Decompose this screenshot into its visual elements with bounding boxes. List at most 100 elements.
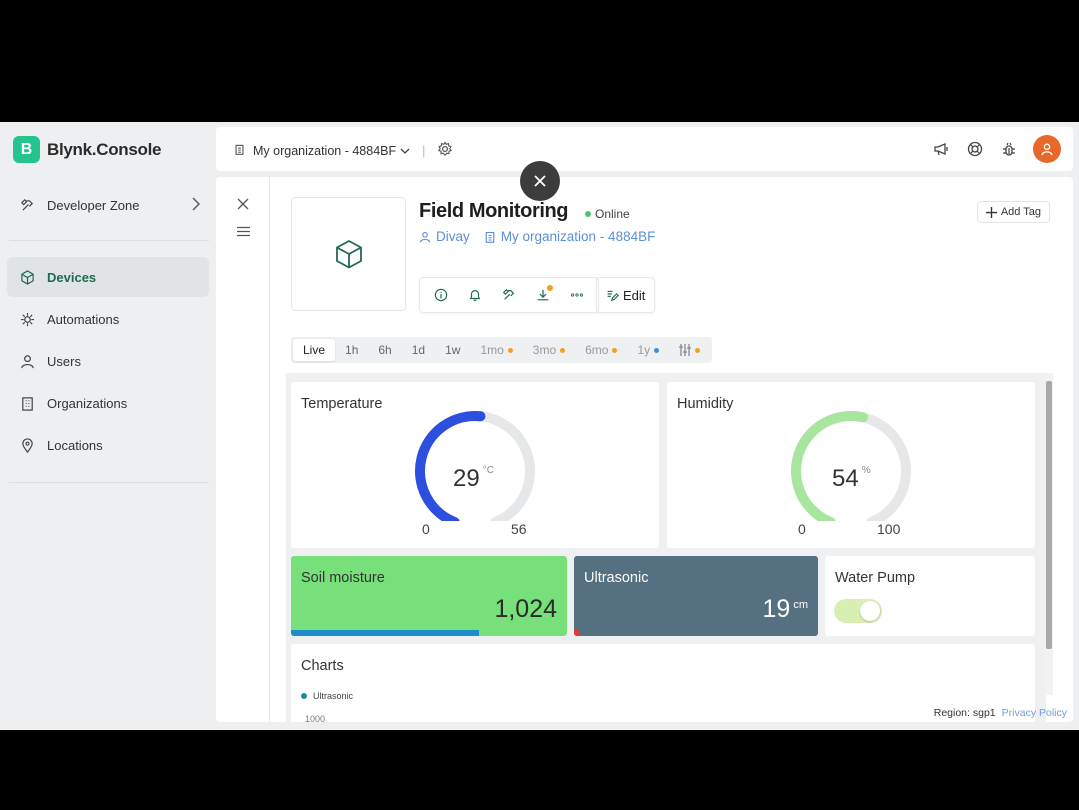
sliders-icon <box>679 344 692 356</box>
download-button[interactable] <box>528 280 558 310</box>
time-range-1y[interactable]: 1y <box>627 339 669 361</box>
user-avatar[interactable] <box>1033 135 1061 163</box>
cube-icon <box>335 240 362 269</box>
sidebar-item-developer-zone[interactable]: Developer Zone <box>7 185 209 225</box>
widget-title: Water Pump <box>835 570 916 586</box>
info-button[interactable] <box>426 280 456 310</box>
bug-icon[interactable] <box>999 139 1019 159</box>
tools-button[interactable] <box>494 280 524 310</box>
panel-left-strip <box>216 177 270 722</box>
online-dot <box>585 211 591 217</box>
gauge-min: 0 <box>798 521 806 537</box>
sidebar-item-devices[interactable]: Devices <box>7 257 209 297</box>
sidebar-divider <box>9 482 209 483</box>
sidebar-item-locations[interactable]: Locations <box>7 425 209 465</box>
tools-icon <box>502 288 515 300</box>
close-button[interactable] <box>520 161 560 201</box>
widget-value: 1,024 <box>494 595 557 623</box>
time-range-1w[interactable]: 1w <box>435 339 470 361</box>
humidity-gauge-widget[interactable]: Humidity 54% 0 100 <box>667 382 1035 548</box>
time-range-1h[interactable]: 1h <box>335 339 368 361</box>
premium-dot <box>560 347 566 353</box>
ultrasonic-widget[interactable]: Ultrasonic 19 cm <box>574 556 818 636</box>
sidebar-divider <box>9 240 209 241</box>
brand[interactable]: B Blynk.Console <box>13 136 161 163</box>
plus-icon <box>985 206 997 218</box>
scrollbar-thumb[interactable] <box>1046 381 1052 649</box>
water-pump-widget[interactable]: Water Pump <box>825 556 1035 636</box>
premium-dot <box>654 347 660 353</box>
gauge-value: 54% <box>832 465 871 492</box>
sidebar-item-users[interactable]: Users <box>7 341 209 381</box>
time-range-live[interactable]: Live <box>293 339 336 361</box>
time-range-1d[interactable]: 1d <box>402 339 435 361</box>
add-tag-button[interactable]: Add Tag <box>976 201 1050 223</box>
widgets-scrollbar[interactable] <box>1045 373 1053 695</box>
charts-widget[interactable]: Charts Ultrasonic 1000 <box>291 644 1035 722</box>
time-range-selector: Live 1h 6h 1d 1w 1mo 3mo 6mo 1y <box>291 337 713 363</box>
info-icon <box>434 288 448 302</box>
time-range-3mo[interactable]: 3mo <box>523 339 575 361</box>
add-tag-label: Add Tag <box>1000 206 1041 218</box>
privacy-policy-link[interactable]: Privacy Policy <box>1002 707 1067 719</box>
close-icon[interactable] <box>235 196 251 212</box>
tools-icon <box>19 197 35 213</box>
device-meta: Divay My organization - 4884BF <box>419 229 655 244</box>
time-range-1mo[interactable]: 1mo <box>470 339 522 361</box>
help-lifebuoy-icon[interactable] <box>965 139 985 159</box>
notifications-button[interactable] <box>460 280 490 310</box>
brand-logo: B <box>13 136 40 163</box>
sidebar-item-label: Developer Zone <box>47 197 140 213</box>
sidebar: B Blynk.Console Developer Zone Devices A… <box>0 122 216 730</box>
organization-name: My organization - 4884BF <box>500 229 656 244</box>
org-name: My organization - 4884BF <box>253 143 397 158</box>
premium-dot <box>507 347 513 353</box>
pump-switch[interactable] <box>834 599 882 623</box>
device-panel: Field Monitoring Online Divay My organiz… <box>216 177 1073 722</box>
legend-label: Ultrasonic <box>313 691 354 701</box>
separator: | <box>422 143 426 158</box>
building-icon <box>485 231 495 243</box>
notification-dot <box>547 285 553 291</box>
more-button[interactable] <box>562 280 592 310</box>
custom-range-button[interactable] <box>669 339 710 361</box>
megaphone-icon[interactable] <box>931 139 951 159</box>
building-icon <box>234 144 245 158</box>
legend-dot <box>301 693 307 699</box>
soil-moisture-widget[interactable]: Soil moisture 1,024 <box>291 556 567 636</box>
widget-title: Humidity <box>677 396 734 412</box>
org-settings-gear-icon[interactable] <box>437 141 453 160</box>
owner-link[interactable]: Divay <box>419 229 470 244</box>
status-badge: Online <box>585 207 630 221</box>
location-pin-icon <box>19 437 35 453</box>
level-bar <box>574 630 580 636</box>
time-range-6mo[interactable]: 6mo <box>575 339 627 361</box>
widget-title: Ultrasonic <box>584 570 649 586</box>
chart-legend: Ultrasonic <box>301 691 353 701</box>
widget-title: Soil moisture <box>301 570 385 586</box>
menu-icon[interactable] <box>235 223 251 239</box>
building-icon <box>19 395 35 411</box>
sidebar-item-organizations[interactable]: Organizations <box>7 383 209 423</box>
device-title: Field Monitoring <box>419 200 569 222</box>
level-bar <box>291 630 479 636</box>
owner-name: Divay <box>436 229 470 244</box>
chevron-down-icon <box>400 144 410 158</box>
org-selector[interactable]: My organization - 4884BF | <box>234 141 453 160</box>
automation-icon <box>19 311 35 327</box>
edit-button[interactable]: Edit <box>596 277 656 313</box>
premium-dot <box>695 347 701 353</box>
organization-link[interactable]: My organization - 4884BF <box>484 229 656 244</box>
time-range-6h[interactable]: 6h <box>368 339 401 361</box>
close-icon <box>534 175 546 187</box>
device-toolbar <box>419 277 599 313</box>
temperature-gauge-widget[interactable]: Temperature 29 °C 0 56 <box>291 382 659 548</box>
device-image[interactable] <box>291 197 406 311</box>
status-text: Online <box>595 207 630 221</box>
sidebar-item-automations[interactable]: Automations <box>7 299 209 339</box>
widget-title: Charts <box>301 658 344 674</box>
dashboard-widgets: Temperature 29 °C 0 56 Humidity 54% 0 100 <box>286 373 1046 722</box>
bell-icon <box>469 290 481 301</box>
sidebar-item-label: Devices <box>47 269 97 285</box>
switch-knob <box>860 601 880 621</box>
